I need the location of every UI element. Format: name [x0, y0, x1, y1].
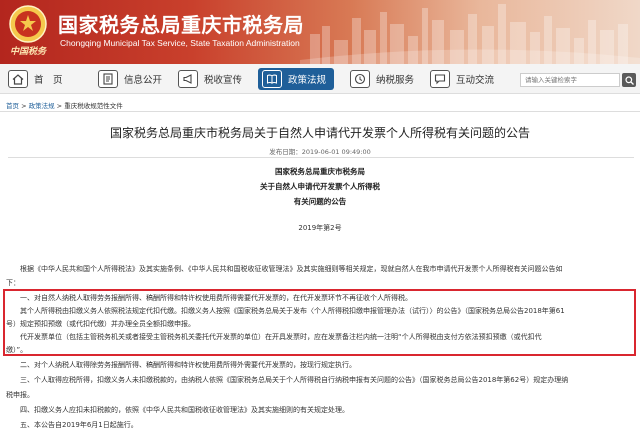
- article-paragraph: 三、个人取得应税所得，扣缴义务人未扣缴税款的，由纳税人依照《国家税务总局关于个人…: [6, 376, 569, 384]
- doc-heading-line: 有关问题的公告: [293, 197, 347, 206]
- article-paragraph: 根据《中华人民共和国个人所得税法》及其实施条例、《中华人民共和国税收征收管理法》…: [6, 265, 563, 273]
- document-number: 2019年第2号: [298, 224, 342, 232]
- chat-icon: [430, 70, 450, 88]
- search-icon: [624, 75, 634, 85]
- tax-emblem-icon: [9, 5, 47, 43]
- article-title: 国家税务总局重庆市税务局关于自然人申请代开发票个人所得税有关问题的公告: [109, 126, 530, 140]
- breadcrumb-current[interactable]: 重庆税收规范性文件: [64, 102, 123, 110]
- breadcrumb-divider: [0, 111, 640, 112]
- breadcrumb-separator: >: [19, 102, 29, 110]
- book-icon: [262, 70, 282, 88]
- nav-interaction-label: 互动交流: [456, 75, 495, 86]
- breadcrumb-section[interactable]: 政策法规: [29, 102, 55, 110]
- breadcrumb-separator: >: [54, 102, 65, 110]
- title-divider: [8, 157, 634, 158]
- site-title[interactable]: 国家税务总局重庆市税务局: [58, 9, 304, 38]
- nav-publicity-label: 税收宣传: [204, 75, 243, 86]
- site-banner: 中国税务 国家税务总局重庆市税务局 Chongqing Municipal Ta…: [0, 0, 640, 64]
- emblem-caption: 中国税务: [9, 47, 46, 57]
- doc-heading-line: 关于自然人申请代开发票个人所得税: [260, 182, 380, 191]
- nav-info-disclosure[interactable]: 信息公开: [98, 68, 162, 90]
- nav-tax-publicity[interactable]: 税收宣传: [178, 68, 242, 90]
- search-input[interactable]: [520, 73, 620, 87]
- nav-home-label: 首 页: [34, 75, 63, 86]
- article-paragraph: 税申报。: [6, 391, 34, 399]
- article-paragraph: 代开发票单位（包括主管税务机关或者接受主管税务机关委托代开发票的单位）在开具发票…: [6, 333, 542, 341]
- nav-policy-regulations[interactable]: 政策法规: [258, 68, 335, 90]
- article-paragraph: 二、对个人纳税人取得除劳务报酬所得、稿酬所得和特许权使用费所得外需要代开发票的，…: [6, 361, 356, 369]
- doc-heading-line: 国家税务总局重庆市税务局: [275, 167, 365, 176]
- publish-date: 发布日期：2019-06-01 09:49:00: [269, 148, 371, 156]
- service-icon: [350, 70, 370, 88]
- article-paragraph: 一、对自然人纳税人取得劳务报酬所得、稿酬所得和特许权使用费所得需要代开发票的，在…: [6, 294, 412, 302]
- main-nav: 首 页 信息公开 税收宣传 政策法规 纳税服务 互动交流: [0, 64, 640, 94]
- nav-info-label: 信息公开: [124, 75, 163, 86]
- breadcrumb-home[interactable]: 首页: [6, 102, 19, 110]
- article-paragraph: 缴）”。: [6, 346, 28, 354]
- nav-interaction[interactable]: 互动交流: [430, 68, 494, 90]
- nav-service-label: 纳税服务: [376, 75, 415, 86]
- megaphone-icon: [178, 70, 198, 88]
- article-paragraph: 四、扣缴义务人应扣未扣税款的，依照《中华人民共和国税收征收管理法》及其实施细则的…: [6, 406, 349, 414]
- site-subtitle: Chongqing Municipal Tax Service, State T…: [60, 38, 300, 48]
- article-paragraph: 下：: [6, 279, 20, 287]
- nav-policy-label: 政策法规: [288, 75, 327, 86]
- nav-home[interactable]: 首 页: [8, 68, 63, 90]
- article-paragraph: 五、本公告自2019年6月1日起施行。: [6, 421, 138, 429]
- breadcrumb: 首页 > 政策法规 > 重庆税收规范性文件: [6, 100, 123, 110]
- nav-taxpayer-service[interactable]: 纳税服务: [350, 68, 414, 90]
- home-icon: [8, 70, 28, 88]
- search-button[interactable]: [622, 73, 636, 87]
- article-paragraph: 号）规定预扣预缴（或代扣代缴）并办理全员全额扣缴申报。: [6, 320, 195, 328]
- skyline-graphic: [300, 4, 640, 64]
- article-paragraph: 其个人所得税由扣缴义务人依照税法规定代扣代缴。扣缴义务人按照《国家税务总局关于发…: [6, 307, 565, 315]
- document-icon: [98, 70, 118, 88]
